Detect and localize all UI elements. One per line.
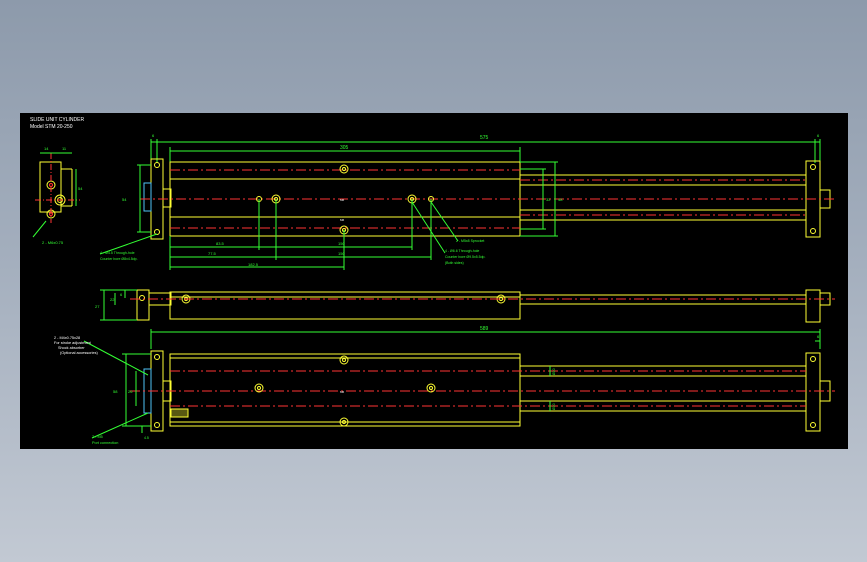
top-overall-length: 575: [480, 135, 489, 141]
bottom-note-1: 2 - M4x0.75x28: [54, 336, 80, 340]
bottom-note-2: For stroke adjustment: [54, 341, 92, 345]
bottom-edge: 4.5: [144, 436, 149, 440]
side-dim-c: 6: [120, 292, 123, 297]
top-height: 54: [122, 197, 127, 202]
bottom-overall-length: 589: [480, 326, 489, 332]
bottom-view: [83, 329, 835, 439]
bottom-note-4: (Optional accessories): [60, 351, 99, 355]
top-rail-height: 32: [546, 197, 551, 202]
top-note-left-2: Counter bore Ø8x4.5dp.: [100, 257, 138, 261]
bottom-note-5: 2 - M5: [92, 435, 103, 439]
drawing-model: Model STM 20-250: [30, 124, 73, 130]
top-pitch-2b: 150: [338, 251, 345, 256]
side-dim-a: 27: [95, 304, 100, 309]
end-width-2: 11: [62, 146, 67, 151]
bottom-height-2: 26: [128, 389, 133, 394]
top-rail-outer: 48: [558, 197, 563, 202]
top-body-length: 305: [340, 145, 349, 151]
side-dim-b: 22: [110, 297, 115, 302]
drawing-title: SLIDE UNIT CYLINDER: [30, 117, 84, 123]
top-note-right-1: 2 - M5x8 Sprocket: [456, 239, 484, 243]
top-pitch-2: 77.5: [208, 251, 217, 256]
top-note-right-2: 4 - Ø6.6 Through-hole: [445, 249, 479, 253]
top-pitch-3: 182.5: [248, 262, 259, 267]
bottom-center-mark: M6: [340, 390, 344, 394]
top-note-right-4: (Both sides): [445, 261, 464, 265]
bottom-height-1: 58: [113, 389, 118, 394]
top-pitch-1: 83.5: [216, 241, 225, 246]
bottom-note-6: Port connection: [92, 441, 118, 445]
top-note-left-1: 4 - M4.5 Through-hole: [100, 251, 135, 255]
top-note-right-3: Counter bore Ø9.5x5.5dp.: [445, 255, 485, 259]
top-end-left: 6: [152, 133, 155, 138]
bottom-note-3: Shock absorber: [58, 346, 85, 350]
end-height: 54: [78, 186, 83, 191]
top-rail-mark-1: M6: [340, 198, 344, 202]
side-view: [100, 289, 835, 323]
drawing-canvas: SLIDE UNIT CYLINDER Model STM 20-250 14 …: [20, 113, 848, 449]
cad-drawing: SLIDE UNIT CYLINDER Model STM 20-250 14 …: [30, 117, 835, 445]
bottom-rod-1: Ø10: [552, 368, 556, 375]
bottom-rod-2: Ø10: [552, 403, 556, 410]
end-width-1: 14: [44, 146, 49, 151]
top-rail-mark-2: M6: [340, 218, 344, 222]
end-note: 2 - M6x0.75: [42, 240, 64, 245]
end-view: [32, 152, 80, 238]
top-end-right: 6: [817, 133, 820, 138]
top-pitch-1b: 150: [338, 241, 345, 246]
